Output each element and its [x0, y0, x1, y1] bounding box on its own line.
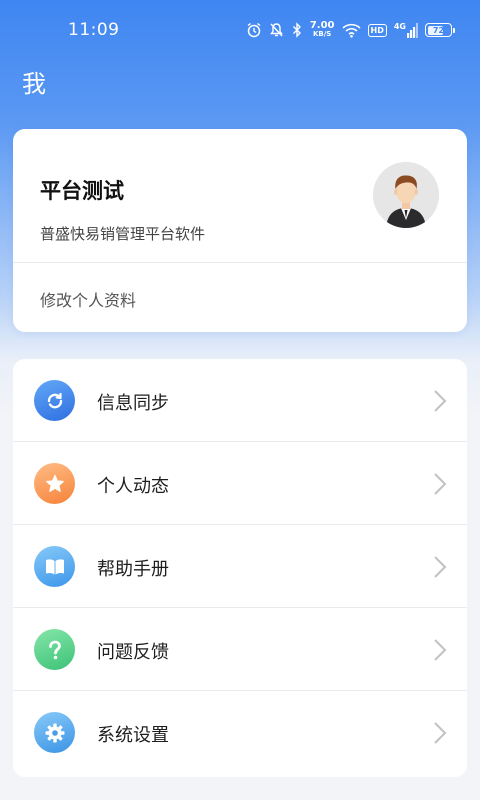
chevron-right-icon [434, 390, 447, 412]
edit-profile-link[interactable]: 修改个人资料 [40, 287, 136, 311]
signal-bars-icon [407, 22, 418, 38]
mute-bell-icon [269, 23, 283, 37]
page-title: 我 [22, 70, 46, 98]
menu-item-help-manual[interactable]: 帮助手册 [13, 525, 467, 608]
chevron-right-icon [434, 639, 447, 661]
menu-item-label: 帮助手册 [97, 559, 169, 580]
menu-item-info-sync[interactable]: 信息同步 [13, 359, 467, 442]
menu-item-label: 问题反馈 [97, 642, 169, 663]
network-speed: 7.00 KB/S [310, 21, 335, 39]
avatar[interactable] [373, 162, 439, 228]
battery-level: 72 [432, 25, 445, 35]
sync-icon [34, 380, 75, 421]
chevron-right-icon [434, 473, 447, 495]
chevron-right-icon [434, 722, 447, 744]
profile-subtitle: 普盛快易销管理平台软件 [40, 225, 206, 243]
menu-list: 信息同步 个人动态 帮助手册 问题反馈 系统设置 [13, 359, 467, 777]
wifi-icon [341, 23, 361, 38]
book-icon [34, 546, 75, 587]
question-icon [34, 629, 75, 670]
network-speed-unit: KB/S [312, 30, 332, 38]
battery-indicator: 72 [425, 23, 455, 37]
hd-badge: HD [367, 23, 387, 37]
menu-item-label: 系统设置 [97, 725, 169, 746]
menu-item-label: 个人动态 [97, 476, 169, 497]
avatar-person-icon [373, 162, 439, 228]
profile-divider [13, 262, 467, 263]
bluetooth-icon [292, 22, 301, 38]
menu-item-label: 信息同步 [97, 393, 169, 414]
profile-card: 平台测试 普盛快易销管理平台软件 修改个人资料 [13, 129, 467, 332]
menu-item-personal-activity[interactable]: 个人动态 [13, 442, 467, 525]
cellular-signal: 4G [393, 21, 418, 38]
status-bar: 11:09 7.00 KB/S HD 4G 72 [0, 0, 480, 60]
gear-icon [34, 712, 75, 753]
status-icons: 7.00 KB/S HD 4G 72 [246, 18, 455, 42]
network-type: 4G [393, 21, 406, 31]
network-speed-value: 7.00 [309, 20, 335, 31]
menu-item-system-settings[interactable]: 系统设置 [13, 691, 467, 774]
alarm-icon [247, 22, 261, 38]
menu-item-feedback[interactable]: 问题反馈 [13, 608, 467, 691]
profile-name: 平台测试 [40, 179, 124, 203]
chevron-right-icon [434, 556, 447, 578]
status-time: 11:09 [68, 20, 120, 40]
star-icon [34, 463, 75, 504]
